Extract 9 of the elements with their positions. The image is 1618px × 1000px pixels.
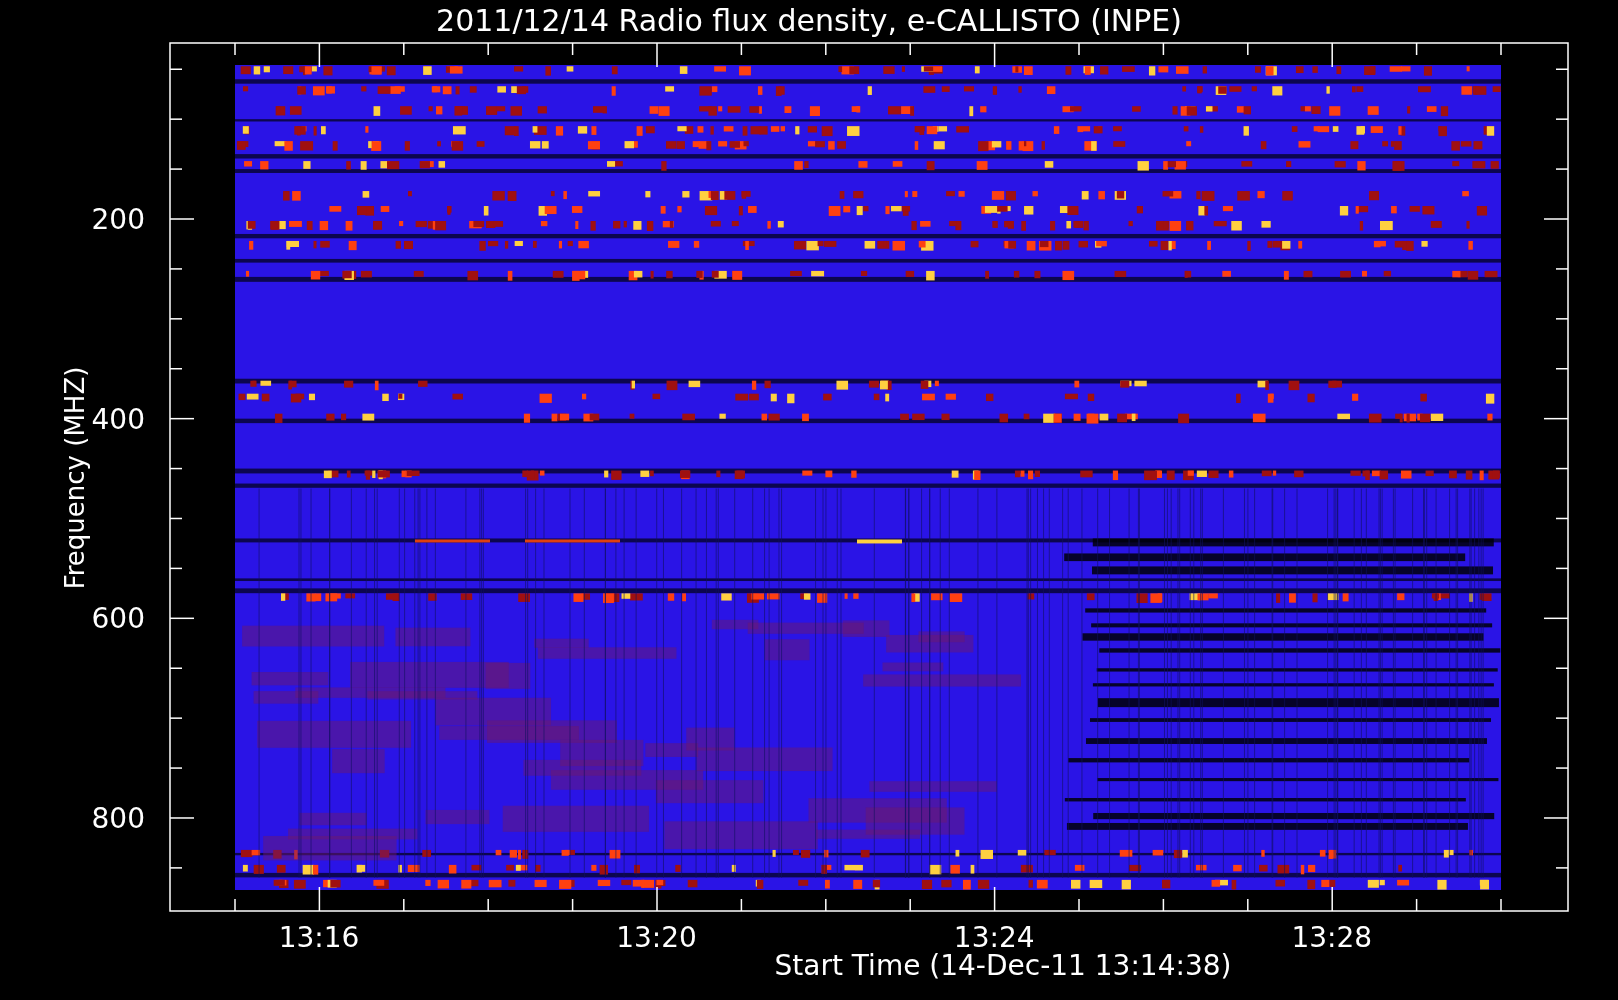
y-tick-label: 400 — [91, 402, 145, 436]
y-tick-label: 800 — [91, 802, 145, 835]
chart-title: 2011/12/14 Radio flux density, e-CALLISTO (INPE) — [436, 3, 1182, 38]
x-tick-label: 13:20 — [616, 921, 697, 954]
x-tick-label: 13:16 — [278, 921, 360, 954]
y-tick-label: 600 — [91, 602, 145, 636]
y-tick-label: 200 — [91, 203, 145, 236]
x-tick-label: 13:28 — [1291, 921, 1373, 954]
y-axis-label: Frequency (MHZ) — [60, 366, 90, 590]
